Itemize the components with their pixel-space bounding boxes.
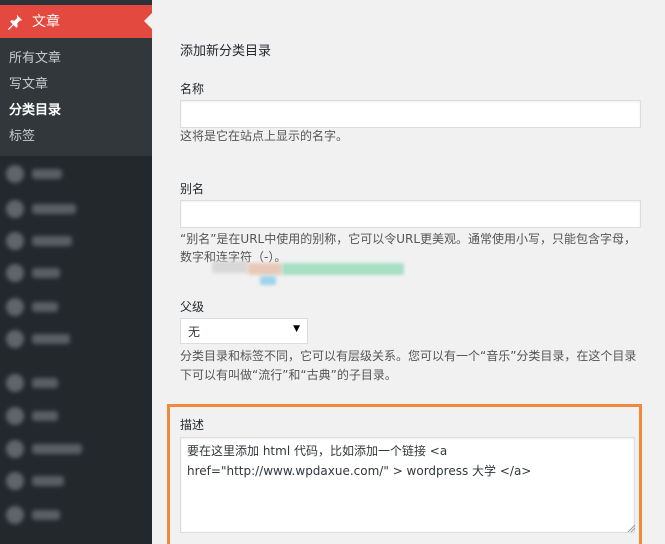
sidebar-item-posts[interactable]: 文章 — [0, 5, 152, 38]
blurred-menu-icon — [6, 330, 24, 348]
sidebar-item-blurred[interactable] — [6, 374, 146, 392]
slug-label: 别名 — [180, 182, 205, 196]
sidebar-item-label: 文章 — [32, 14, 60, 30]
blurred-menu-label — [32, 302, 58, 312]
blurred-menu-label — [32, 334, 70, 344]
pushpin-icon — [7, 14, 23, 31]
blurred-menu-label — [32, 476, 64, 486]
blurred-menu-icon — [6, 440, 24, 458]
resize-grip-icon[interactable] — [627, 524, 635, 532]
dropdown-caret-icon: ▼ — [293, 324, 300, 334]
blurred-menu-label — [32, 204, 76, 214]
blurred-menu-label — [32, 378, 58, 388]
parent-help-line-2: 下可以有叫做“流行”和“古典”的子目录。 — [180, 368, 397, 382]
parent-selected-value: 无 — [188, 325, 201, 339]
blurred-menu-icon — [6, 506, 24, 524]
parent-label: 父级 — [180, 300, 205, 314]
slug-input[interactable] — [180, 200, 641, 228]
sidebar-item-blurred[interactable] — [6, 506, 146, 524]
sidebar-item-blurred[interactable] — [6, 407, 146, 425]
parent-select[interactable]: 无 ▼ — [180, 318, 308, 344]
name-input[interactable] — [180, 100, 641, 128]
blurred-menu-label — [32, 444, 82, 454]
sidebar-item-blurred[interactable] — [6, 232, 146, 250]
blurred-menu-icon — [6, 472, 24, 490]
add-category-form: 添加新分类目录 名称 这将是它在站点上显示的名字。 别名 “别名”是在URL中使… — [152, 0, 665, 544]
sidebar-item-blurred[interactable] — [6, 200, 146, 218]
form-heading: 添加新分类目录 — [180, 44, 272, 59]
submenu-item-all-posts[interactable]: 所有文章 — [9, 50, 61, 68]
redacted-area — [282, 263, 404, 275]
sidebar-item-blurred[interactable] — [6, 472, 146, 490]
blurred-menu-icon — [6, 374, 24, 392]
sidebar-item-blurred[interactable] — [6, 330, 146, 348]
blurred-menu-label — [32, 510, 60, 520]
blurred-menu-icon — [6, 407, 24, 425]
slug-help-line-1: “别名”是在URL中使用的别称，它可以令URL更美观。通常使用小写，只能包含字母… — [180, 232, 637, 246]
parent-help-line-1: 分类目录和标签不同，它可以有层级关系。您可以有一个“音乐”分类目录，在这个目录 — [180, 349, 637, 363]
name-label: 名称 — [180, 82, 205, 96]
active-menu-pointer — [144, 13, 152, 29]
sidebar-item-blurred[interactable] — [6, 264, 146, 282]
admin-sidebar: 文章 所有文章 写文章 分类目录 标签 — [0, 0, 152, 544]
blurred-menu-icon — [6, 298, 24, 316]
wp-admin-screen: 文章 所有文章 写文章 分类目录 标签 添加新分类目录 名称 这将是它在站点上显… — [0, 0, 665, 544]
blurred-menu-icon — [6, 165, 24, 183]
description-label: 描述 — [180, 418, 205, 432]
sidebar-item-blurred[interactable] — [6, 440, 146, 458]
blurred-menu-icon — [6, 200, 24, 218]
blurred-menu-icon — [6, 264, 24, 282]
redacted-area — [248, 263, 282, 275]
blurred-menu-label — [32, 236, 72, 246]
submenu-item-write-post[interactable]: 写文章 — [9, 76, 48, 94]
blurred-menu-label — [32, 268, 60, 278]
description-textarea[interactable]: 要在这里添加 html 代码，比如添加一个链接 <a href="http://… — [180, 437, 635, 533]
posts-submenu: 所有文章 写文章 分类目录 标签 — [0, 38, 152, 156]
submenu-item-categories[interactable]: 分类目录 — [9, 102, 61, 120]
blurred-menu-label — [32, 411, 58, 421]
blurred-menu-icon — [6, 232, 24, 250]
sidebar-item-blurred[interactable] — [6, 298, 146, 316]
redacted-area — [260, 276, 276, 285]
submenu-item-tags[interactable]: 标签 — [9, 128, 35, 146]
sidebar-item-blurred[interactable] — [6, 165, 146, 183]
name-help-text: 这将是它在站点上显示的名字。 — [180, 129, 349, 143]
blurred-menu-label — [32, 169, 62, 179]
redacted-area — [212, 261, 248, 273]
